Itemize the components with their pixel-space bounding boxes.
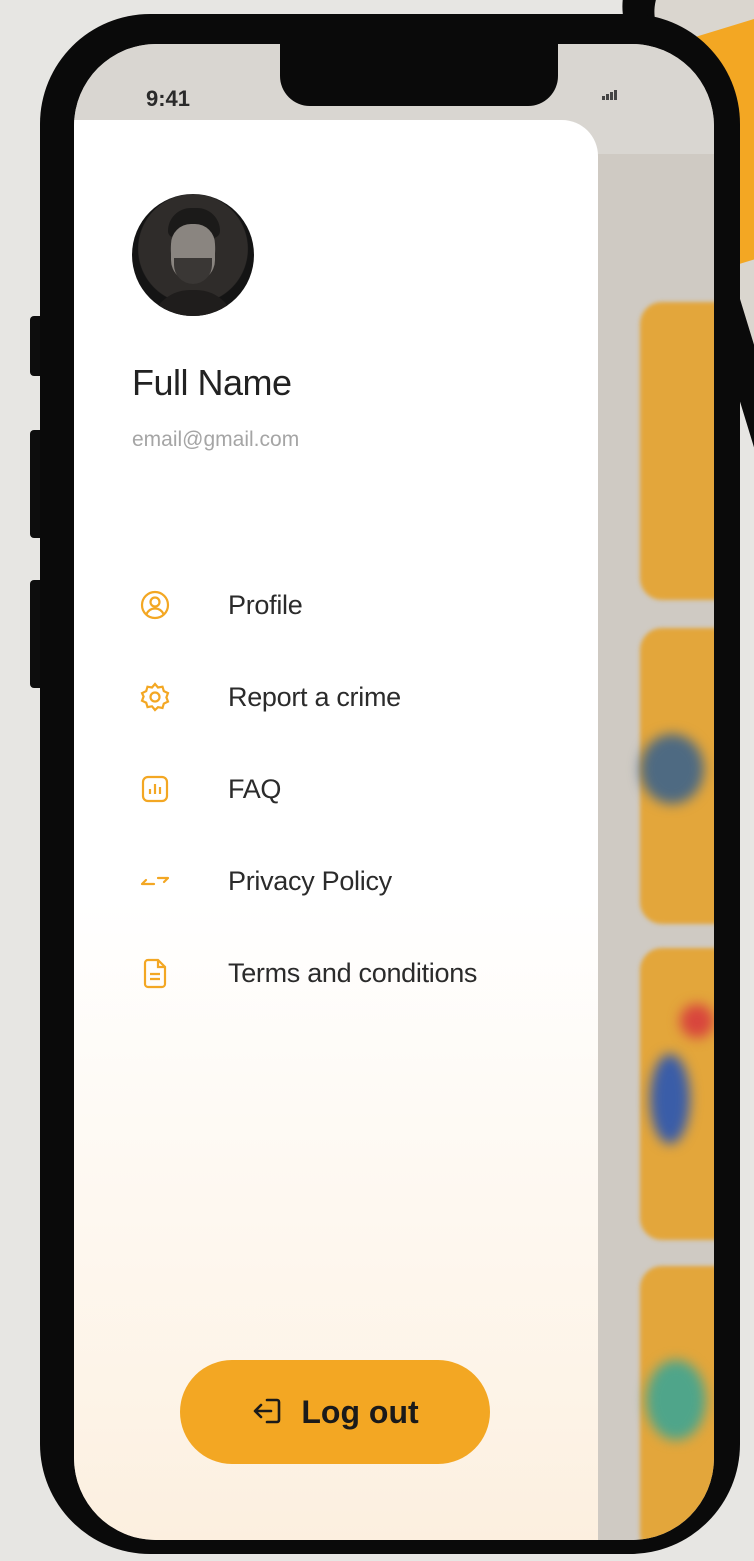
profile-email: email@gmail.com [132, 428, 300, 451]
logout-label: Log out [301, 1393, 419, 1430]
logout-button[interactable]: Log out [180, 1360, 490, 1464]
menu-item-label: Profile [228, 589, 303, 620]
phone-notch [280, 44, 558, 106]
menu-item-label: FAQ [228, 773, 282, 804]
signal-icon [602, 90, 618, 100]
menu-item-report-crime[interactable]: Report a crime [138, 670, 558, 724]
user-circle-icon [138, 588, 172, 622]
avatar[interactable] [132, 194, 254, 316]
navigation-drawer: Full Name email@gmail.com Profile Report… [74, 120, 598, 1540]
menu-item-label: Report a crime [228, 681, 401, 712]
menu-item-faq[interactable]: FAQ [138, 762, 558, 816]
blurred-illustration [680, 1004, 714, 1038]
phone-mockup: 9:41 Full Name email@gmail.com Profile R… [40, 14, 740, 1554]
swap-arrows-icon [138, 864, 172, 898]
status-time: 9:41 [146, 86, 191, 111]
blurred-illustration [650, 1054, 690, 1144]
menu-item-profile[interactable]: Profile [138, 578, 558, 632]
menu-item-label: Terms and conditions [228, 957, 478, 988]
chart-icon [138, 772, 172, 806]
gear-icon [138, 680, 172, 714]
blurred-illustration [640, 734, 704, 804]
profile-name: Full Name [132, 362, 292, 403]
app-stage: 9:41 Full Name email@gmail.com Profile R… [0, 0, 754, 1561]
logout-icon [251, 1394, 285, 1431]
menu-item-terms[interactable]: Terms and conditions [138, 946, 558, 1000]
document-icon [138, 956, 172, 990]
menu-item-privacy-policy[interactable]: Privacy Policy [138, 854, 558, 908]
phone-screen: 9:41 Full Name email@gmail.com Profile R… [74, 44, 714, 1540]
blurred-illustration [646, 1360, 706, 1440]
menu-item-label: Privacy Policy [228, 865, 392, 896]
background-card [640, 302, 714, 600]
